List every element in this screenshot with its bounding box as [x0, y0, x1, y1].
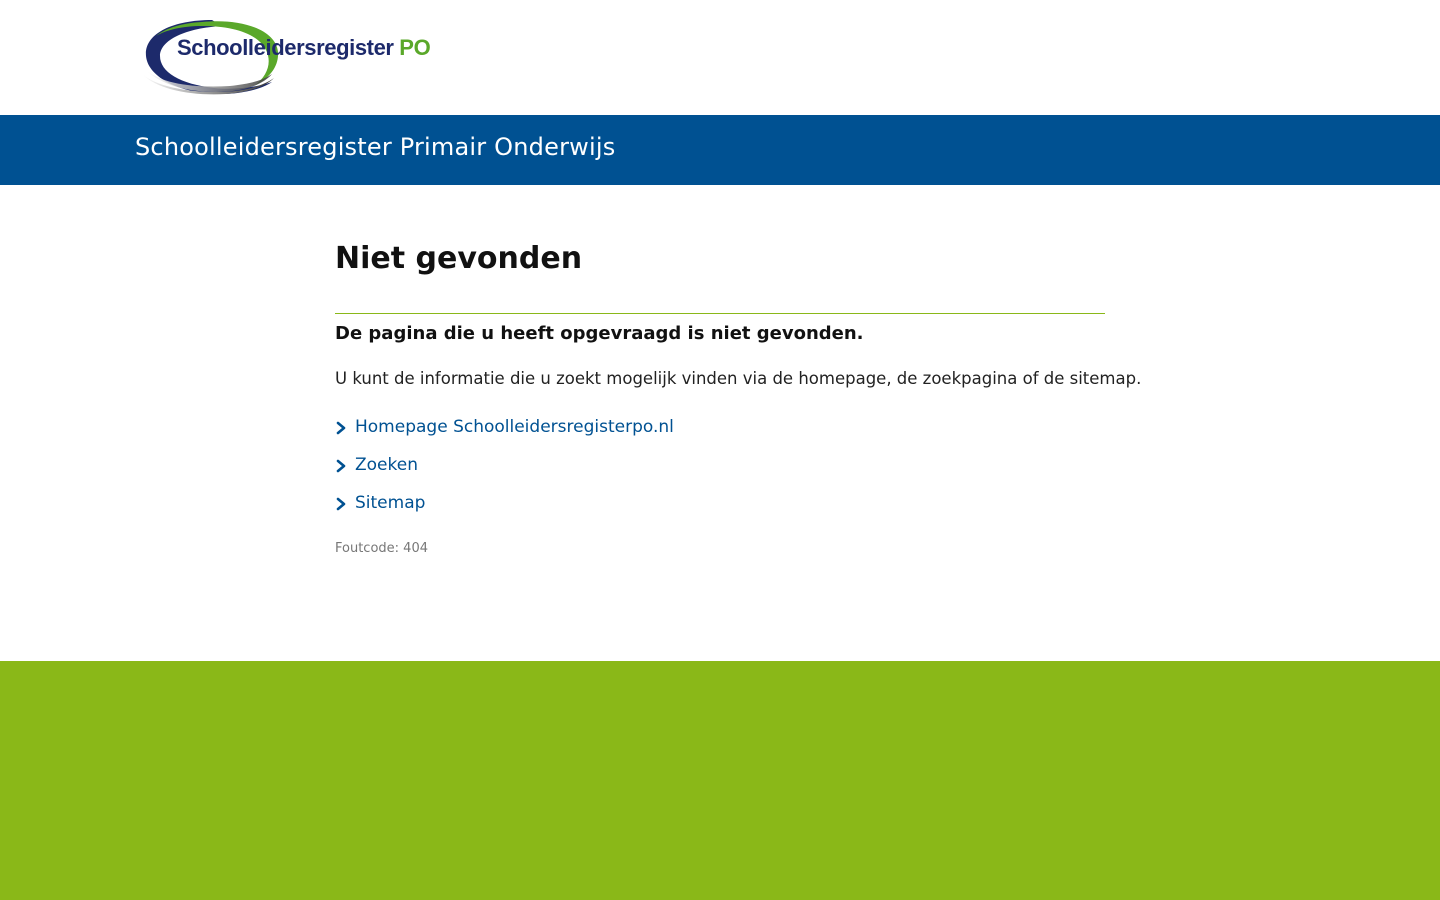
page-title: Niet gevonden: [335, 241, 583, 276]
lead-text: De pagina die u heeft opgevraagd is niet…: [335, 323, 864, 344]
chevron-right-icon: [336, 421, 346, 435]
chevron-right-icon: [336, 497, 346, 511]
logo-wordmark: Schoolleidersregister PO: [177, 35, 431, 61]
chevron-right-icon: [336, 459, 346, 473]
site-title: Schoolleidersregister Primair Onderwijs: [135, 133, 616, 161]
site-logo-link[interactable]: Schoolleidersregister PO: [142, 16, 432, 98]
homepage-link[interactable]: Homepage Schoolleidersregisterpo.nl: [355, 417, 674, 437]
sitemap-link[interactable]: Sitemap: [355, 493, 425, 513]
body-text: U kunt de informatie die u zoekt mogelij…: [335, 369, 1142, 388]
error-code: Foutcode: 404: [335, 541, 428, 556]
site-footer: [0, 661, 1440, 900]
title-divider: [335, 313, 1105, 314]
logo-text-po: PO: [399, 35, 431, 60]
site-header: Schoolleidersregister PO: [0, 0, 1440, 115]
search-link[interactable]: Zoeken: [355, 455, 418, 475]
logo-text-main: Schoolleidersregister: [177, 35, 394, 60]
site-banner: Schoolleidersregister Primair Onderwijs: [0, 115, 1440, 185]
